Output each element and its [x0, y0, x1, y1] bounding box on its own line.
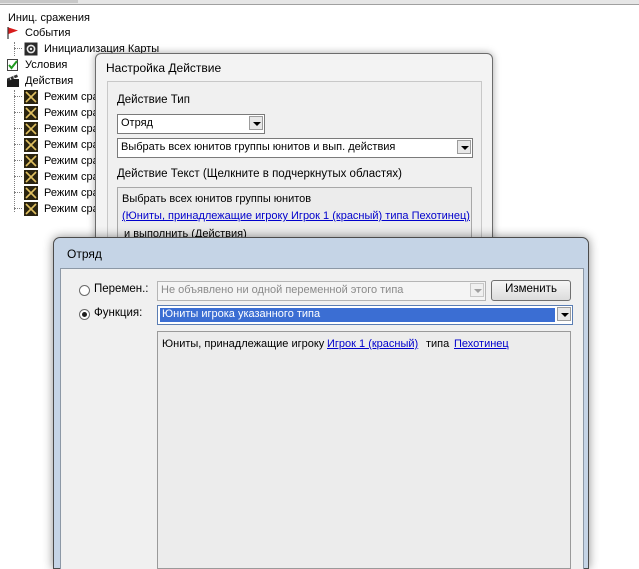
tree-item-action[interactable]: Режим сра — [24, 202, 104, 216]
crossed-swords-icon — [24, 138, 38, 152]
squad-dialog-body: Перемен.: Не объявлено ни одной переменн… — [60, 268, 584, 569]
change-button[interactable]: Изменить — [491, 280, 571, 301]
tree-item-action[interactable]: Режим сра — [24, 186, 104, 200]
crossed-swords-icon — [24, 154, 38, 168]
tree-item-action[interactable]: Режим сра — [24, 90, 104, 104]
action-type-label: Действие Тип — [117, 94, 190, 106]
trigger-tree: Иниц. сражения События Инициализация Кар… — [0, 8, 159, 228]
crossed-swords-icon — [24, 106, 38, 120]
tree-item-actions[interactable]: Действия — [6, 74, 96, 88]
tree-item-label: Режим сра — [44, 171, 99, 183]
function-radio[interactable] — [79, 309, 90, 320]
chevron-down-icon[interactable] — [557, 307, 571, 321]
action-text-line: Выбрать всех юнитов группы юнитов — [122, 193, 312, 205]
chevron-down-icon[interactable] — [457, 140, 471, 154]
tree-line — [14, 192, 22, 193]
crossed-swords-icon — [24, 122, 38, 136]
tree-item-action[interactable]: Режим сра — [24, 122, 104, 136]
tree-line — [14, 112, 22, 113]
tree-line — [14, 96, 22, 97]
tree-item-label: Режим сра — [44, 91, 99, 103]
tree-item-conditions[interactable]: Условия — [6, 58, 96, 72]
crossed-swords-icon — [24, 90, 38, 104]
tree-line — [14, 176, 22, 177]
chevron-down-icon[interactable] — [470, 283, 484, 297]
tree-line — [14, 48, 22, 49]
function-value: Юниты игрока указанного типа — [162, 308, 321, 320]
tree-item-label: Режим сра — [44, 139, 99, 151]
editor-text: Юниты, принадлежащие игроку — [162, 338, 325, 350]
tree-line — [14, 160, 22, 161]
tree-line — [14, 128, 22, 129]
tree-line — [14, 90, 15, 212]
crossed-swords-icon — [24, 202, 38, 216]
tree-item-label: Режим сра — [44, 123, 99, 135]
action-select[interactable]: Выбрать всех юнитов группы юнитов и вып.… — [117, 138, 473, 158]
variable-radio[interactable] — [79, 285, 90, 296]
action-type-select[interactable]: Отряд — [117, 114, 265, 134]
top-strip-edge — [0, 0, 78, 3]
tree-item-label: Режим сра — [44, 155, 99, 167]
crossed-swords-icon — [24, 170, 38, 184]
dialog-title: Отряд — [67, 247, 102, 261]
tree-line — [14, 42, 15, 56]
action-text-label: Действие Текст (Щелкните в подчеркнутых … — [117, 168, 402, 180]
tree-item-label: Условия — [25, 59, 68, 71]
tree-line — [14, 144, 22, 145]
unit-type-link[interactable]: Пехотинец — [454, 338, 509, 350]
red-flag-icon — [7, 27, 18, 39]
editor-text: типа — [426, 338, 450, 350]
player-link[interactable]: Игрок 1 (красный) — [327, 338, 418, 350]
clapperboard-icon — [7, 74, 19, 87]
action-text-link[interactable]: (Юниты, принадлежащие игроку Игрок 1 (кр… — [122, 210, 470, 222]
tree-item-label: Режим сра — [44, 203, 99, 215]
tree-line — [14, 208, 22, 209]
top-strip — [0, 0, 639, 5]
tree-root[interactable]: Иниц. сражения — [8, 11, 90, 25]
squad-dialog: Отряд Перемен.: Не объявлено ни одной пе… — [53, 237, 589, 569]
tree-item-label: Действия — [25, 75, 74, 87]
tree-item-label: События — [25, 27, 71, 39]
tree-item-action[interactable]: Режим сра — [24, 170, 104, 184]
tree-item-action[interactable]: Режим сра — [24, 154, 104, 168]
function-editor: Юниты, принадлежащие игроку Игрок 1 (кра… — [157, 331, 571, 569]
variable-label: Перемен.: — [94, 283, 149, 295]
tree-item-events[interactable]: События — [6, 26, 96, 40]
function-label: Функция: — [94, 307, 143, 319]
dialog-title: Настройка Действие — [106, 61, 222, 75]
action-value: Выбрать всех юнитов группы юнитов и вып.… — [121, 141, 396, 153]
crossed-swords-icon — [24, 186, 38, 200]
variable-value: Не объявлено ни одной переменной этого т… — [161, 284, 404, 296]
conditions-icon — [7, 59, 18, 71]
tree-item-action[interactable]: Режим сра — [24, 106, 104, 120]
tree-item-action[interactable]: Режим сра — [24, 138, 104, 152]
tree-item-label: Режим сра — [44, 187, 99, 199]
variable-select[interactable]: Не объявлено ни одной переменной этого т… — [157, 281, 486, 301]
tree-item-label: Режим сра — [44, 107, 99, 119]
gear-icon — [24, 42, 38, 56]
function-select[interactable]: Юниты игрока указанного типа — [157, 305, 573, 325]
chevron-down-icon[interactable] — [249, 116, 263, 130]
action-type-value: Отряд — [121, 117, 153, 129]
